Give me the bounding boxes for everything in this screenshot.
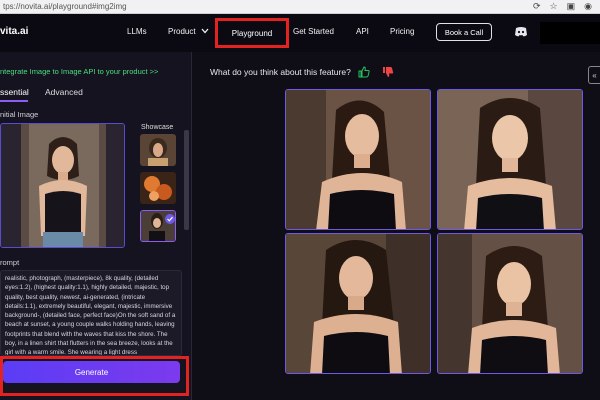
account-area[interactable] [540,22,600,44]
nav-item-product-label: Product [168,27,196,36]
site-logo[interactable]: vita.ai [0,26,28,37]
thumbs-down-icon[interactable] [382,66,394,78]
nav-item-playground-label: Playground [231,28,273,38]
collections-icon[interactable]: ▣ [567,1,576,12]
generated-portrait-4 [438,234,582,373]
nav-item-playground[interactable]: Playground [215,18,289,48]
browser-icons: ⟳ ☆ ▣ ◉ [533,1,600,12]
book-a-call-button[interactable]: Book a Call [436,23,492,41]
selected-check-icon [165,214,175,224]
generate-button[interactable]: Generate [3,361,180,383]
browser-address-bar: tps://novita.ai/playground#img2img ⟳ ☆ ▣… [0,0,600,14]
nav-item-llms[interactable]: LLMs [127,27,147,36]
showcase-scrollbar[interactable] [184,130,189,230]
showcase-image-2 [140,172,176,204]
initial-image-upload[interactable] [0,123,125,248]
generated-portrait-1 [286,90,430,229]
profile-icon[interactable]: ◉ [584,1,592,12]
feedback-question: What do you think about this feature? [210,67,351,77]
showcase-thumbnail-2[interactable] [140,172,176,204]
tab-essential[interactable]: ssential [0,87,29,97]
top-navigation: vita.ai LLMs Product Playground Get Star… [0,14,600,52]
discord-icon[interactable] [514,26,528,38]
active-tab-indicator [0,100,28,102]
showcase-image-1 [140,134,176,166]
showcase-label: Showcase [141,124,174,131]
nav-item-get-started[interactable]: Get Started [293,27,334,36]
nav-item-product[interactable]: Product [168,27,209,36]
api-promo-link[interactable]: ntegrate Image to Image API to your prod… [0,67,158,76]
tab-advanced[interactable]: Advanced [45,87,83,97]
extensions-icon[interactable]: ⟳ [533,1,541,12]
initial-image-preview [1,124,124,247]
generated-portrait-2 [438,90,582,229]
thumbs-up-icon[interactable] [358,66,370,78]
showcase-thumbnail-3[interactable] [140,210,176,242]
result-image-2[interactable] [437,89,583,230]
url-field[interactable]: tps://novita.ai/playground#img2img [3,2,533,11]
collapse-side-tab[interactable]: « [588,66,600,84]
nav-item-api[interactable]: API [356,27,369,36]
prompt-textarea[interactable]: realistic, photograph, (masterpiece), 8k… [0,270,182,356]
chevron-down-icon [201,28,209,34]
nav-item-pricing[interactable]: Pricing [390,27,414,36]
initial-image-label: nitial Image [0,110,39,119]
showcase-thumbnail-1[interactable] [140,134,176,166]
result-image-4[interactable] [437,233,583,374]
prompt-label: rompt [0,258,20,267]
result-image-3[interactable] [285,233,431,374]
favorites-icon[interactable]: ☆ [550,1,558,12]
result-image-1[interactable] [285,89,431,230]
generated-portrait-3 [286,234,430,373]
